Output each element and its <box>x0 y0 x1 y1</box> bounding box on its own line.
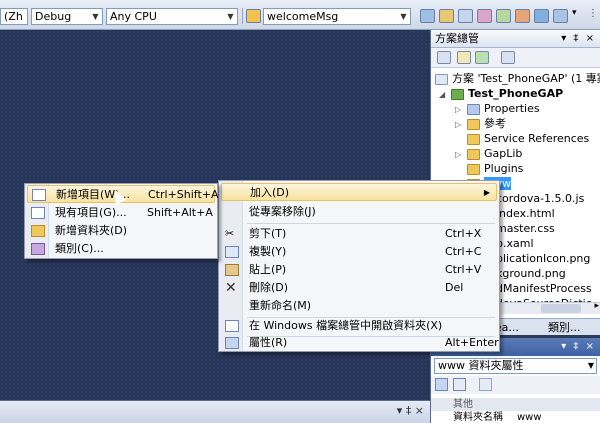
tree-item[interactable]: 方案 'Test_PhoneGAP' (1 專案) <box>435 71 600 86</box>
expand-icon[interactable]: ▷ <box>455 117 465 132</box>
properties-icon <box>225 337 239 349</box>
platform-cpu-combo[interactable]: Any CPU ▼ <box>106 8 238 25</box>
expand-icon[interactable]: ▷ <box>455 147 465 162</box>
start-page-icon[interactable] <box>534 9 549 23</box>
property-category[interactable]: 其他 <box>431 398 600 411</box>
menu-item-open-in-explorer[interactable]: 在 Windows 檔案總管中開啟資料夾(X) <box>221 317 497 335</box>
context-menu: 加入(D) ▶ 從專案移除(J) ✂ 剪下(T) Ctrl+X 複製(Y) Ct… <box>218 180 500 352</box>
find-in-files-icon[interactable] <box>420 9 435 23</box>
categorized-icon[interactable] <box>435 378 448 391</box>
bottom-tool-window: ▾ ‡ × <box>0 400 430 423</box>
menu-item-add[interactable]: 加入(D) ▶ <box>221 183 497 201</box>
clipboard-icon <box>225 264 239 276</box>
refresh-icon[interactable] <box>475 51 489 64</box>
solution-icon <box>435 73 448 85</box>
folder-icon <box>467 148 480 160</box>
window-controls[interactable]: ▾ ‡ × <box>397 404 424 417</box>
chevron-down-icon: ▼ <box>227 12 234 21</box>
tree-item[interactable]: Plugins <box>467 161 523 176</box>
chevron-down-icon: ▼ <box>587 361 594 370</box>
platform-combo[interactable]: (Zh <box>0 8 28 25</box>
show-all-files-icon[interactable] <box>457 51 471 64</box>
folder-icon <box>467 163 480 175</box>
existing-item-icon <box>31 207 45 219</box>
delete-x-icon: ✕ <box>225 280 237 296</box>
properties-object-combo[interactable]: www 資料夾屬性 ▼ <box>434 358 597 374</box>
solution-explorer-title-bar: 方案總管 ▾ ‡ × <box>431 30 600 48</box>
expand-icon[interactable]: ▷ <box>455 102 465 117</box>
scroll-right-icon[interactable]: ▸ <box>594 301 599 311</box>
menu-item-delete[interactable]: ✕ 刪除(D) Del <box>221 279 497 297</box>
scissors-icon: ✂ <box>225 227 235 240</box>
references-icon <box>467 118 480 130</box>
submenu-arrow-icon: ▶ <box>483 188 490 197</box>
toolbar-separator <box>242 8 243 24</box>
extension-manager-icon[interactable] <box>515 9 530 23</box>
find-combo[interactable]: welcomeMsg ▼ <box>263 8 411 25</box>
property-pages-icon[interactable] <box>479 378 492 391</box>
new-folder-icon <box>31 225 45 237</box>
toolbar-grip-icon: ⋮ <box>588 8 598 19</box>
chevron-down-icon: ▼ <box>400 12 407 21</box>
class-icon <box>31 243 45 255</box>
command-window-icon[interactable] <box>553 9 568 23</box>
open-folder-icon <box>225 320 239 332</box>
tab-class-view[interactable]: 類別... <box>548 320 581 335</box>
window-controls[interactable]: ▾ ‡ × <box>561 338 596 356</box>
menu-item-copy[interactable]: 複製(Y) Ctrl+C <box>221 243 497 261</box>
properties-icon[interactable] <box>437 51 451 64</box>
menu-item-new-folder[interactable]: 新增資料夾(D) <box>27 222 215 240</box>
main-toolbar: (Zh Debug ▼ Any CPU ▼ welcomeMsg ▼ ▾ ⋮ <box>0 0 600 30</box>
new-item-icon <box>32 189 46 201</box>
solution-explorer-toolbar <box>431 48 600 68</box>
chevron-down-icon: ▼ <box>92 12 99 21</box>
menu-item-cut[interactable]: ✂ 剪下(T) Ctrl+X <box>221 225 497 243</box>
window-controls[interactable]: ▾ ‡ × <box>561 30 596 48</box>
tree-item[interactable]: ◢ Test_PhoneGAP <box>439 86 563 101</box>
configuration-combo[interactable]: Debug ▼ <box>31 8 103 25</box>
properties-toolbar <box>431 376 600 394</box>
menu-item-paste[interactable]: 貼上(P) Ctrl+V <box>221 261 497 279</box>
scrollbar-thumb[interactable] <box>541 304 581 313</box>
tree-item[interactable]: ▷ 參考 <box>455 116 506 131</box>
tree-item[interactable]: ▷ Properties <box>455 101 540 116</box>
solution-explorer-icon[interactable] <box>439 9 454 23</box>
menu-separator <box>247 223 495 224</box>
collapse-icon[interactable]: ◢ <box>439 87 449 102</box>
menu-item-existing-item[interactable]: 現有項目(G)... Shift+Alt+A <box>27 204 215 222</box>
service-references-icon <box>467 133 480 145</box>
menu-item-properties[interactable]: 屬性(R) Alt+Enter <box>221 334 499 352</box>
toolbox-icon[interactable] <box>496 9 511 23</box>
property-row[interactable]: 資料夾名稱 www <box>431 412 600 423</box>
object-browser-icon[interactable] <box>477 9 492 23</box>
tree-item[interactable]: ▷ GapLib <box>455 146 522 161</box>
menu-item-rename[interactable]: 重新命名(M) <box>221 297 497 315</box>
toolbar-overflow-icon[interactable]: ▾ <box>572 8 577 18</box>
alphabetical-icon[interactable] <box>453 378 466 391</box>
copy-icon <box>225 246 239 258</box>
menu-item-exclude-from-project[interactable]: 從專案移除(J) <box>221 203 497 221</box>
project-icon <box>451 88 464 100</box>
tree-item[interactable]: Service References <box>467 131 589 146</box>
menu-item-class[interactable]: 類別(C)... <box>27 240 215 258</box>
view-class-diagram-icon[interactable] <box>501 51 515 64</box>
find-icon[interactable] <box>246 9 261 23</box>
properties-icon <box>467 103 480 115</box>
properties-window-icon[interactable] <box>458 9 473 23</box>
